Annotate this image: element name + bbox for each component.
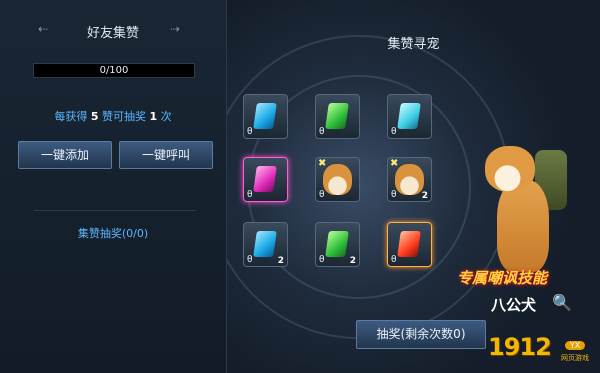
friend-likes-panel: ⇠ 好友集赞 ⇢ 0/100 每获得 5 赞可抽奖 1 次 一键添加 一键呼叫 … <box>0 0 227 373</box>
likes-draw-count[interactable]: 集赞抽奖(0/0) <box>0 225 226 241</box>
magnifier-icon[interactable]: 🔍 <box>552 293 572 312</box>
rule-suffix: 次 <box>160 110 172 123</box>
pink-crystal-icon <box>253 166 277 192</box>
cyan-crystal-icon <box>397 103 421 129</box>
reward-slot[interactable]: θ <box>315 94 360 139</box>
divider <box>34 210 196 211</box>
shiba-face-icon <box>323 164 352 195</box>
pet-hunt-panel: 集赞寻宠 θ θ θ θ ✖ θ ✖ θ 2 θ 2 θ 2 θ 专属嘲讽技能 八公犬 🔍 抽奖(剩余次数… <box>227 0 600 373</box>
panel-title: 集赞寻宠 <box>387 37 440 52</box>
item-count: 2 <box>277 256 284 266</box>
reward-slot[interactable]: θ <box>243 94 288 139</box>
lock-icon: θ <box>247 127 253 137</box>
draw-rule-text: 每获得 5 赞可抽奖 1 次 <box>0 108 226 124</box>
draw-button[interactable]: 抽奖(剩余次数0) <box>356 320 486 349</box>
item-count: 2 <box>421 191 428 201</box>
lock-icon: θ <box>247 255 253 265</box>
exclusive-skill-label: 专属嘲讽技能 <box>457 269 548 287</box>
green-crystal-icon <box>325 103 349 129</box>
reward-slot[interactable]: θ <box>387 94 432 139</box>
panel-title: 好友集赞 <box>86 26 139 41</box>
rule-draws: 1 <box>149 110 158 123</box>
rule-prefix: 每获得 <box>54 110 88 123</box>
add-all-button[interactable]: 一键添加 <box>18 141 112 169</box>
progress-text: 0/100 <box>99 65 129 76</box>
shiba-face-icon <box>395 164 424 195</box>
reward-slot[interactable]: θ2 <box>315 222 360 267</box>
watermark-badge: YX <box>564 341 586 350</box>
reward-slot[interactable]: θ2 <box>243 222 288 267</box>
rule-likes: 5 <box>90 110 99 123</box>
watermark-logo: 1912 <box>488 333 552 361</box>
lock-icon: θ <box>319 255 325 265</box>
watermark-text: 网页游戏 <box>561 354 589 362</box>
pet-head <box>485 146 535 192</box>
blue-crystal-icon <box>253 103 277 129</box>
likes-progress-bar: 0/100 <box>33 63 195 78</box>
lock-icon: θ <box>391 255 397 265</box>
star-icon: ✖ <box>318 158 327 169</box>
blue-crystal-icon <box>253 231 277 257</box>
pet-body <box>497 180 549 272</box>
lock-icon: θ <box>391 190 397 200</box>
reward-slot[interactable]: θ <box>243 157 288 202</box>
reward-slot[interactable]: ✖ θ 2 <box>387 157 432 202</box>
arrow-right-icon: ⇢ <box>170 22 181 36</box>
rule-middle: 赞可抽奖 <box>102 110 146 123</box>
call-all-button[interactable]: 一键呼叫 <box>119 141 213 169</box>
reward-slot[interactable]: ✖ θ <box>315 157 360 202</box>
item-count: 2 <box>349 256 356 266</box>
lock-icon: θ <box>319 127 325 137</box>
green-crystal-icon <box>325 231 349 257</box>
watermark-sub: YX 网页游戏 <box>552 333 598 363</box>
lock-icon: θ <box>247 190 253 200</box>
star-icon: ✖ <box>390 158 399 169</box>
red-crystal-icon <box>397 231 421 257</box>
pet-name: 八公犬 <box>491 296 537 314</box>
lock-icon: θ <box>391 127 397 137</box>
lock-icon: θ <box>319 190 325 200</box>
reward-slot[interactable]: θ <box>387 222 432 267</box>
